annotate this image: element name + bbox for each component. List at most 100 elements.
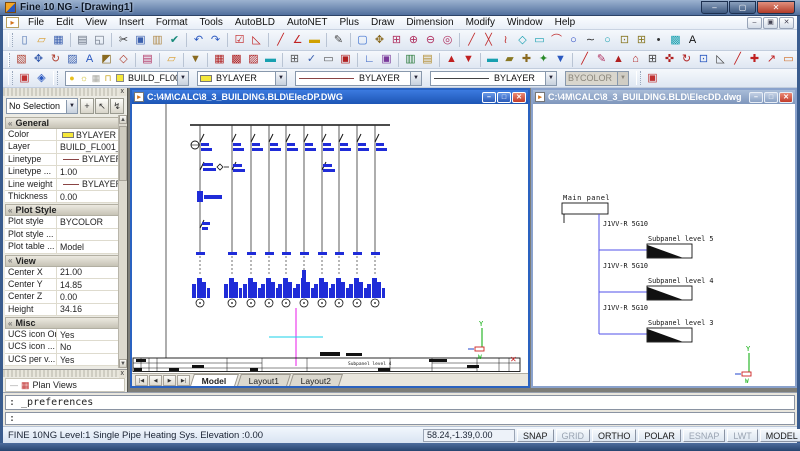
ucs-tool-icon[interactable]: ◩ [99, 52, 114, 67]
menu-help[interactable]: Help [549, 17, 582, 28]
toggle-snap[interactable]: SNAP [517, 429, 554, 442]
toggle-ortho[interactable]: ORTHO [592, 429, 636, 442]
tab-layout1[interactable]: Layout1 [237, 374, 291, 386]
osnap-settings-icon[interactable]: ◇ [116, 52, 131, 67]
toolbar-grip[interactable] [636, 71, 641, 85]
plot-style-check-icon[interactable]: ☑ [232, 33, 247, 48]
minimize-button[interactable]: – [701, 1, 728, 14]
collapse-icon[interactable]: « [8, 256, 12, 265]
measure-line-icon[interactable]: ╱ [577, 52, 592, 67]
drawing-window-elecdd[interactable]: ▸ C:\4M\CALC\8_3_BUILDING.BLD\ElecDD.dwg… [531, 88, 797, 388]
level-bar-icon[interactable]: ▬ [485, 52, 500, 67]
menu-draw[interactable]: Draw [365, 17, 400, 28]
property-row[interactable]: Plot table ...Model [5, 241, 125, 253]
sheet-set-icon[interactable]: ▤ [420, 52, 435, 67]
toggle-polar[interactable]: POLAR [638, 429, 681, 442]
hatch-pattern-3-icon[interactable]: ▨ [246, 52, 261, 67]
property-row[interactable]: Height34.16 [5, 304, 125, 316]
warning-triangle-icon[interactable]: ▲ [611, 52, 626, 67]
win2-minimize-button[interactable]: – [749, 92, 763, 103]
save-file-icon[interactable]: ▦ [51, 33, 66, 48]
match-properties-icon[interactable]: ✔ [167, 33, 182, 48]
chamfer-tool-icon[interactable]: ◺ [713, 52, 728, 67]
win2-title-bar[interactable]: ▸ C:\4M\CALC\8_3_BUILDING.BLD\ElecDD.dwg… [533, 90, 795, 104]
print-icon[interactable]: ▤ [75, 33, 90, 48]
rotate-view-icon[interactable]: ↻ [48, 52, 63, 67]
menu-dimension[interactable]: Dimension [400, 17, 459, 28]
region-tool-icon[interactable]: ▣ [338, 52, 353, 67]
fine-copy-icon[interactable]: ◈ [34, 71, 49, 86]
polygon-icon[interactable]: ◇ [515, 33, 530, 48]
block-tool-icon[interactable]: ▣ [379, 52, 394, 67]
floor-stack-icon[interactable]: ▰ [502, 52, 517, 67]
scroll-thumb[interactable] [119, 126, 127, 181]
cell-grid-icon[interactable]: ⊞ [287, 52, 302, 67]
zoom-realtime-icon[interactable]: ▢ [355, 33, 370, 48]
toolbar-grip[interactable] [8, 71, 13, 85]
redo-icon[interactable]: ↷ [208, 33, 223, 48]
tab-nav-3-button[interactable]: ▶| [177, 375, 190, 386]
new-file-icon[interactable]: ▯ [17, 33, 32, 48]
section-header-plot-style[interactable]: «Plot Style▫ [5, 204, 125, 216]
palette-scrollbar[interactable]: ▲ ▼ [118, 115, 127, 368]
chevron-down-icon[interactable]: ▼ [275, 72, 286, 85]
property-value[interactable]: BYLAYER [57, 179, 125, 190]
print-preview-icon[interactable]: ◱ [92, 33, 107, 48]
pan-icon[interactable]: ✥ [372, 33, 387, 48]
plan-views-drag-strip[interactable]: x [3, 370, 127, 377]
ellipse-icon[interactable]: ○ [600, 33, 615, 48]
lineweight-combo[interactable]: BYLAYER ▼ [430, 71, 557, 86]
rectangle-icon[interactable]: ▭ [532, 33, 547, 48]
table-tool-icon[interactable]: ▬ [263, 52, 278, 67]
make-object-layer-icon[interactable]: ▣ [645, 71, 660, 86]
property-value[interactable]: No [57, 341, 125, 352]
toggle-model[interactable]: MODEL [760, 429, 800, 442]
tab-layout2[interactable]: Layout2 [289, 374, 343, 386]
mdi-restore-button[interactable]: ▣ [763, 17, 778, 29]
win1-maximize-button[interactable]: □ [497, 92, 511, 103]
property-row[interactable]: Center X21.00 [5, 267, 125, 279]
plot-scale-icon[interactable]: ◺ [249, 33, 264, 48]
close-icon[interactable]: x [119, 88, 127, 96]
arc-icon[interactable]: ⌒ [549, 33, 564, 48]
level-down-icon[interactable]: ▼ [461, 52, 476, 67]
collapse-icon[interactable]: « [8, 319, 12, 328]
menu-file[interactable]: File [22, 17, 50, 28]
property-row[interactable]: ColorBYLAYER [5, 129, 125, 141]
viewport-rect-icon[interactable]: ▭ [781, 52, 796, 67]
menu-edit[interactable]: Edit [50, 17, 79, 28]
chevron-down-icon[interactable]: ▼ [545, 72, 556, 85]
leader-arrow-icon[interactable]: ↗ [764, 52, 779, 67]
property-row[interactable]: Center Z0.00 [5, 291, 125, 303]
level-up-icon[interactable]: ▲ [444, 52, 459, 67]
property-row[interactable]: Center Y14.85 [5, 279, 125, 291]
property-value[interactable]: 34.16 [57, 304, 125, 315]
layer-freeze-sun-icon[interactable]: ☼ [78, 73, 90, 84]
property-row[interactable]: LayerBUILD_FL001_US [5, 141, 125, 153]
layer-on-bulb-icon[interactable]: ● [66, 73, 78, 84]
drop-list-icon[interactable]: ▼ [553, 52, 568, 67]
circle-icon[interactable]: ○ [566, 33, 581, 48]
menu-insert[interactable]: Insert [113, 17, 150, 28]
zoom-in-icon[interactable]: ⊕ [406, 33, 421, 48]
property-value[interactable]: 14.85 [57, 279, 125, 290]
property-value[interactable]: BUILD_FL001_US [57, 141, 125, 152]
pan-view-icon[interactable]: ✥ [31, 52, 46, 67]
paste-icon[interactable]: ▥ [150, 33, 165, 48]
property-value[interactable]: BYLAYER [57, 129, 125, 140]
color-combo[interactable]: BYLAYER ▼ [197, 71, 287, 86]
mdi-minimize-button[interactable]: – [747, 17, 762, 29]
fine-move-icon[interactable]: ▣ [17, 71, 32, 86]
scale-tool-icon[interactable]: ⊡ [696, 52, 711, 67]
property-row[interactable]: UCS icon OnYes [5, 329, 125, 341]
layer-vp-freeze-icon[interactable]: ▦ [90, 73, 102, 84]
property-row[interactable]: UCS per v...Yes [5, 354, 125, 366]
text-icon[interactable]: A [685, 33, 700, 48]
open-file-icon[interactable]: ▱ [34, 33, 49, 48]
property-value[interactable]: BYLAYER [57, 154, 125, 165]
calibrate-icon[interactable]: ▬ [307, 33, 322, 48]
scroll-down-icon[interactable]: ▼ [119, 359, 127, 368]
hatch-icon[interactable]: ▩ [668, 33, 683, 48]
polyline-edit-icon[interactable]: ✓ [304, 52, 319, 67]
mdi-close-button[interactable]: ✕ [779, 17, 794, 29]
